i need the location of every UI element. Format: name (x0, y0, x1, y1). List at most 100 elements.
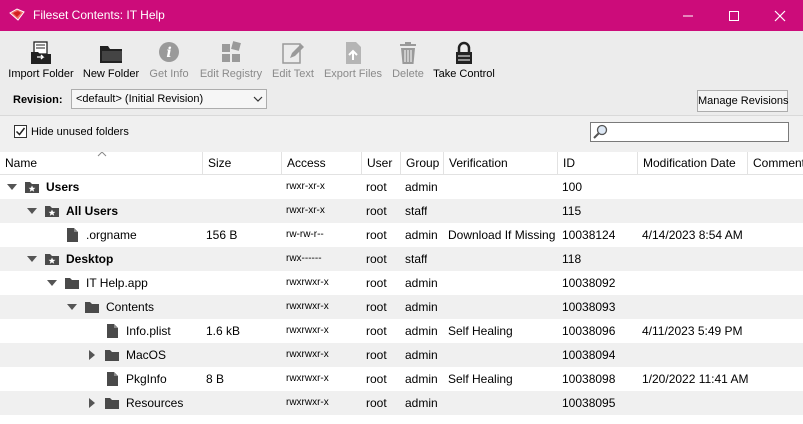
cell-user: root (366, 324, 387, 338)
collapsed-arrow-icon[interactable] (87, 398, 97, 408)
edit-text-button[interactable]: Edit Text (270, 37, 316, 85)
folder-icon (105, 350, 119, 361)
cell-size (202, 295, 206, 319)
cell-user: root (366, 300, 387, 314)
sort-up-icon (97, 152, 107, 157)
search-icon (593, 124, 608, 139)
cell-group: admin (405, 396, 438, 410)
cell-size (202, 247, 206, 271)
col-header-access[interactable]: Access (282, 152, 362, 174)
cell-access: rwxrwxr-x (286, 325, 329, 336)
cell-group: staff (405, 204, 428, 218)
cell-id: 118 (562, 252, 582, 266)
app-logo-icon (9, 8, 25, 21)
item-name: PkgInfo (126, 372, 167, 386)
col-header-group[interactable]: Group (401, 152, 444, 174)
expanded-arrow-icon[interactable] (7, 182, 17, 192)
table-row[interactable]: PkgInfo 8 B rwxrwxr-x root admin Self Healing… (0, 367, 803, 391)
cell-access: rwxr-xr-x (286, 181, 325, 192)
col-header-verification[interactable]: Verification (444, 152, 558, 174)
name-cell: All Users (0, 199, 200, 223)
cell-date: 4/11/2023 5:49 PM (642, 324, 743, 338)
window-title: Fileset Contents: IT Help (33, 8, 165, 22)
expanded-arrow-icon[interactable] (67, 302, 77, 312)
col-header-id[interactable]: ID (558, 152, 638, 174)
cell-group: staff (405, 252, 428, 266)
revision-select[interactable]: <default> (Initial Revision) (71, 89, 267, 109)
col-header-size[interactable]: Size (203, 152, 282, 174)
item-name: .orgname (86, 228, 137, 242)
import-folder-label: Import Folder (8, 68, 74, 80)
revision-select-value: <default> (Initial Revision) (76, 93, 204, 105)
hide-unused-checkbox[interactable] (14, 125, 27, 138)
table-header: Name Size Access User Group Verification… (0, 152, 803, 175)
checkmark-icon (15, 127, 26, 136)
folder-icon (85, 302, 99, 313)
collapsed-arrow-icon[interactable] (87, 350, 97, 360)
table-row[interactable]: IT Help.app rwxrwxr-x root admin 10038092 (0, 271, 803, 295)
new-folder-button[interactable]: New Folder (80, 37, 142, 85)
cell-id: 115 (562, 204, 582, 218)
table-row[interactable]: MacOS rwxrwxr-x root admin 10038094 (0, 343, 803, 367)
get-info-label: Get Info (149, 68, 189, 80)
cell-id: 10038093 (562, 300, 616, 314)
maximize-icon (729, 11, 739, 21)
expanded-arrow-icon[interactable] (27, 206, 37, 216)
get-info-button[interactable]: i Get Info (146, 37, 192, 85)
lock-icon (456, 41, 472, 64)
take-control-label: Take Control (433, 68, 495, 80)
cell-user: root (366, 372, 387, 386)
name-cell: Contents (0, 295, 200, 319)
table-row[interactable]: Desktop rwx------ root staff 118 (0, 247, 803, 271)
trash-icon (400, 42, 416, 64)
chevron-down-icon (253, 96, 263, 102)
cell-access: rw-rw-r-- (286, 229, 324, 240)
delete-button[interactable]: Delete (388, 37, 428, 85)
name-cell: .orgname (0, 223, 200, 247)
maximize-button[interactable] (711, 0, 757, 31)
folder-icon (65, 278, 79, 289)
close-button[interactable] (757, 0, 803, 31)
import-folder-button[interactable]: Import Folder (6, 37, 76, 85)
name-cell: PkgInfo (0, 367, 200, 391)
table-row[interactable]: All Users rwxr-xr-x root staff 115 (0, 199, 803, 223)
table-row[interactable]: .orgname 156 B rw-rw-r-- root admin Download … (0, 223, 803, 247)
revision-label: Revision: (13, 94, 63, 106)
item-name: IT Help.app (86, 276, 148, 290)
starred-folder-icon (45, 206, 59, 217)
name-cell: Users (0, 175, 200, 199)
manage-revisions-button[interactable]: Manage Revisions (697, 90, 789, 112)
search-input[interactable] (590, 122, 789, 142)
cell-date (638, 295, 642, 319)
new-folder-icon (100, 46, 122, 63)
cell-verification (444, 175, 448, 199)
cell-verification (444, 343, 448, 367)
cell-user: root (366, 276, 387, 290)
table-row[interactable]: Contents rwxrwxr-x root admin 10038093 (0, 295, 803, 319)
take-control-button[interactable]: Take Control (432, 37, 496, 85)
cell-date: 4/14/2023 8:54 AM (642, 228, 743, 242)
starred-folder-icon (25, 182, 39, 193)
table-row[interactable]: Resources rwxrwxr-x root admin 10038095 (0, 391, 803, 415)
svg-text:i: i (166, 45, 171, 61)
cell-id: 10038124 (562, 228, 616, 242)
minimize-button[interactable] (665, 0, 711, 31)
table-row[interactable]: Users rwxr-xr-x root admin 100 (0, 175, 803, 199)
col-header-name[interactable]: Name (0, 152, 203, 174)
table-row[interactable]: Info.plist 1.6 kB rwxrwxr-x root admin Self H… (0, 319, 803, 343)
expanded-arrow-icon[interactable] (47, 278, 57, 288)
cell-size: 8 B (206, 372, 225, 386)
revision-bar: Revision: <default> (Initial Revision) (0, 87, 803, 115)
col-header-modification-date[interactable]: Modification Date (638, 152, 748, 174)
expanded-arrow-icon[interactable] (27, 254, 37, 264)
col-header-comment[interactable]: Comment (748, 152, 803, 174)
cell-id: 100 (562, 180, 583, 194)
cell-id: 10038095 (562, 396, 616, 410)
export-files-button[interactable]: Export Files (323, 37, 383, 85)
col-header-user[interactable]: User (362, 152, 401, 174)
cell-date (638, 199, 642, 223)
edit-registry-button[interactable]: Edit Registry (198, 37, 264, 85)
cell-user: root (366, 252, 387, 266)
cell-verification: Self Healing (448, 372, 513, 386)
name-cell: MacOS (0, 343, 200, 367)
